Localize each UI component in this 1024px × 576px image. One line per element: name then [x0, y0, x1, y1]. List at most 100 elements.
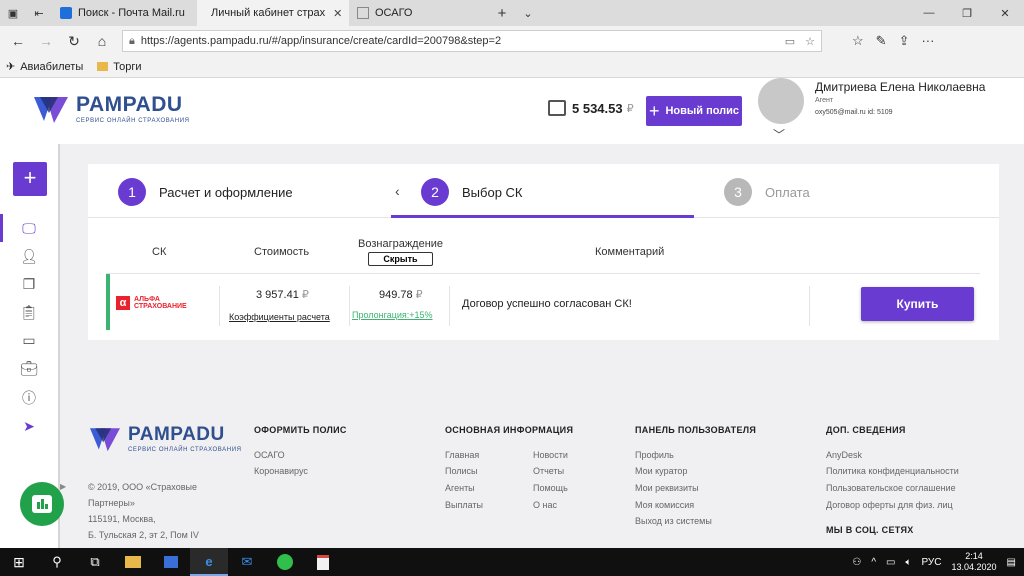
url-input[interactable]: 🔒︎ https://agents.pampadu.ru/#/app/insur…: [122, 30, 822, 52]
footer-link[interactable]: Мои реквизиты: [635, 483, 699, 493]
monitor-icon[interactable]: 🖵︎: [18, 220, 40, 240]
footer-logo[interactable]: PAMPADU СЕРВИС ОНЛАЙН СТРАХОВАНИЯ: [88, 423, 242, 453]
close-tab-icon[interactable]: ✕: [333, 7, 342, 20]
tab-mail[interactable]: Поиск - Почта Mail.ru: [52, 0, 197, 26]
favorites-hub-icon[interactable]: ☆: [852, 33, 864, 49]
card-icon[interactable]: ▭: [18, 332, 40, 352]
user-role: Агент: [815, 97, 834, 104]
tab-actions-icon[interactable]: ▣: [0, 0, 26, 26]
prolongation-link[interactable]: Пролонгация:+15%: [352, 310, 433, 320]
footer-link[interactable]: AnyDesk: [826, 450, 862, 460]
search-icon[interactable]: ⚲: [38, 548, 76, 576]
plus-icon: +: [648, 100, 660, 121]
step-payment[interactable]: 3 Оплата: [724, 178, 810, 206]
store-icon[interactable]: [152, 548, 190, 576]
volume-icon[interactable]: 🔈︎: [905, 557, 911, 568]
favorites-bar: ✈ Авиабилеты Торги: [0, 56, 1024, 78]
briefcase-icon[interactable]: 💼︎: [18, 360, 40, 380]
sidebar-add-button[interactable]: +: [13, 162, 47, 196]
footer-link[interactable]: Выход из системы: [635, 516, 712, 526]
reading-view-icon[interactable]: ▭: [785, 35, 795, 48]
step-label: Оплата: [765, 184, 810, 200]
send-icon[interactable]: ➤: [18, 418, 40, 438]
footer-link[interactable]: Новости: [533, 450, 568, 460]
footer-link[interactable]: Отчеты: [533, 466, 564, 476]
sidebar-active-indicator: [0, 214, 3, 242]
footer-link[interactable]: Агенты: [445, 483, 475, 493]
task-view-icon[interactable]: ⧉: [76, 548, 114, 576]
col-header-reward: Вознаграждение: [358, 238, 444, 250]
refresh-icon[interactable]: ↻: [60, 33, 88, 50]
new-tab-icon[interactable]: +: [489, 0, 515, 26]
logo-name: PAMPADU: [76, 92, 183, 116]
new-policy-button[interactable]: + Новый полис: [646, 96, 742, 126]
new-policy-label: Новый полис: [665, 105, 740, 117]
footer-link[interactable]: Договор оферты для физ. лиц: [826, 500, 953, 510]
footer-link[interactable]: Мои куратор: [635, 466, 687, 476]
coefficients-link[interactable]: Коэффициенты расчета: [229, 312, 330, 322]
clipboard-icon[interactable]: 📋︎: [18, 304, 40, 324]
address-line1: 115191, Москва,: [88, 514, 156, 524]
file-explorer-icon[interactable]: [114, 548, 152, 576]
tab-list-chevron-icon[interactable]: ⌄: [515, 0, 541, 26]
footer-link[interactable]: О нас: [533, 500, 557, 510]
url-text: https://agents.pampadu.ru/#/app/insuranc…: [140, 35, 502, 47]
clock[interactable]: 2:14 13.04.2020: [952, 551, 997, 573]
pampadu-logo[interactable]: PAMPADU СЕРВИС ОНЛАЙН СТРАХОВАНИЯ: [32, 91, 190, 125]
footer-link[interactable]: ОСАГО: [254, 450, 285, 460]
alert-icon[interactable]: ⓘ: [18, 388, 40, 408]
language-indicator[interactable]: РУС: [921, 557, 941, 568]
footer-link[interactable]: Моя комиссия: [635, 500, 694, 510]
network-icon[interactable]: ▭: [886, 557, 895, 568]
pampadu-logo-icon: [34, 97, 68, 123]
user-icon[interactable]: 👤︎: [18, 248, 40, 268]
clock-date: 13.04.2020: [951, 562, 997, 572]
chevron-down-icon[interactable]: ﹀: [773, 126, 785, 143]
footer-link[interactable]: Помощь: [533, 483, 568, 493]
windows-start-icon[interactable]: ⊞: [0, 548, 38, 576]
page-favicon-icon: [357, 7, 369, 19]
footer-link[interactable]: Коронавирус: [254, 466, 308, 476]
avatar[interactable]: [758, 78, 804, 124]
step-number: 2: [421, 178, 449, 206]
back-tabs-icon[interactable]: ⇤: [26, 0, 52, 26]
share-icon[interactable]: ⇪: [899, 33, 910, 49]
document-icon[interactable]: [304, 548, 342, 576]
footer-link[interactable]: Пользовательское соглашение: [826, 483, 956, 493]
footer-link[interactable]: Полисы: [445, 466, 478, 476]
hide-reward-button[interactable]: Скрыть: [368, 252, 433, 266]
whatsapp-icon[interactable]: [266, 548, 304, 576]
close-window-icon[interactable]: ✕: [986, 7, 1024, 20]
footer-link[interactable]: Выплаты: [445, 500, 483, 510]
favorite-torgi[interactable]: Торги: [97, 61, 142, 73]
notifications-icon[interactable]: ▤: [1007, 557, 1016, 568]
more-menu-icon[interactable]: ···: [921, 33, 934, 49]
chevron-left-icon[interactable]: ‹: [395, 183, 400, 199]
footer-link[interactable]: Профиль: [635, 450, 674, 460]
chevron-up-icon[interactable]: ^: [871, 557, 876, 568]
footer-link[interactable]: Политика конфиденциальности: [826, 466, 959, 476]
pen-icon[interactable]: ✎: [876, 33, 887, 49]
buy-button[interactable]: Купить: [861, 287, 974, 321]
people-icon[interactable]: ⚇: [852, 557, 861, 568]
tab-osago[interactable]: ОСАГО: [349, 0, 489, 26]
copy-icon[interactable]: ❐: [18, 276, 40, 296]
favorite-avia[interactable]: ✈ Авиабилеты: [6, 60, 83, 74]
back-arrow-icon[interactable]: ←: [4, 33, 32, 49]
home-icon[interactable]: ⌂: [88, 33, 116, 49]
step-choose-sk[interactable]: 2 Выбор СК: [421, 178, 523, 206]
mail-icon[interactable]: ✉: [228, 548, 266, 576]
footer-link[interactable]: Главная: [445, 450, 479, 460]
tab-cabinet[interactable]: Личный кабинет страх ✕: [197, 0, 349, 26]
favorite-star-icon[interactable]: ☆: [805, 35, 815, 48]
minimize-icon[interactable]: —: [910, 7, 948, 20]
footer-copyright: © 2019, ООО «Страховые Партнеры» 115191,…: [88, 479, 238, 543]
forward-arrow-icon[interactable]: →: [32, 33, 60, 49]
balance[interactable]: 5 534.53 ₽: [548, 100, 634, 116]
step-label: Расчет и оформление: [159, 184, 293, 200]
col-header-comment: Комментарий: [595, 246, 665, 258]
restore-icon[interactable]: ❐: [948, 7, 986, 20]
chat-button[interactable]: [20, 482, 64, 526]
edge-icon[interactable]: e: [190, 548, 228, 576]
step-calculation[interactable]: 1 Расчет и оформление: [118, 178, 293, 206]
